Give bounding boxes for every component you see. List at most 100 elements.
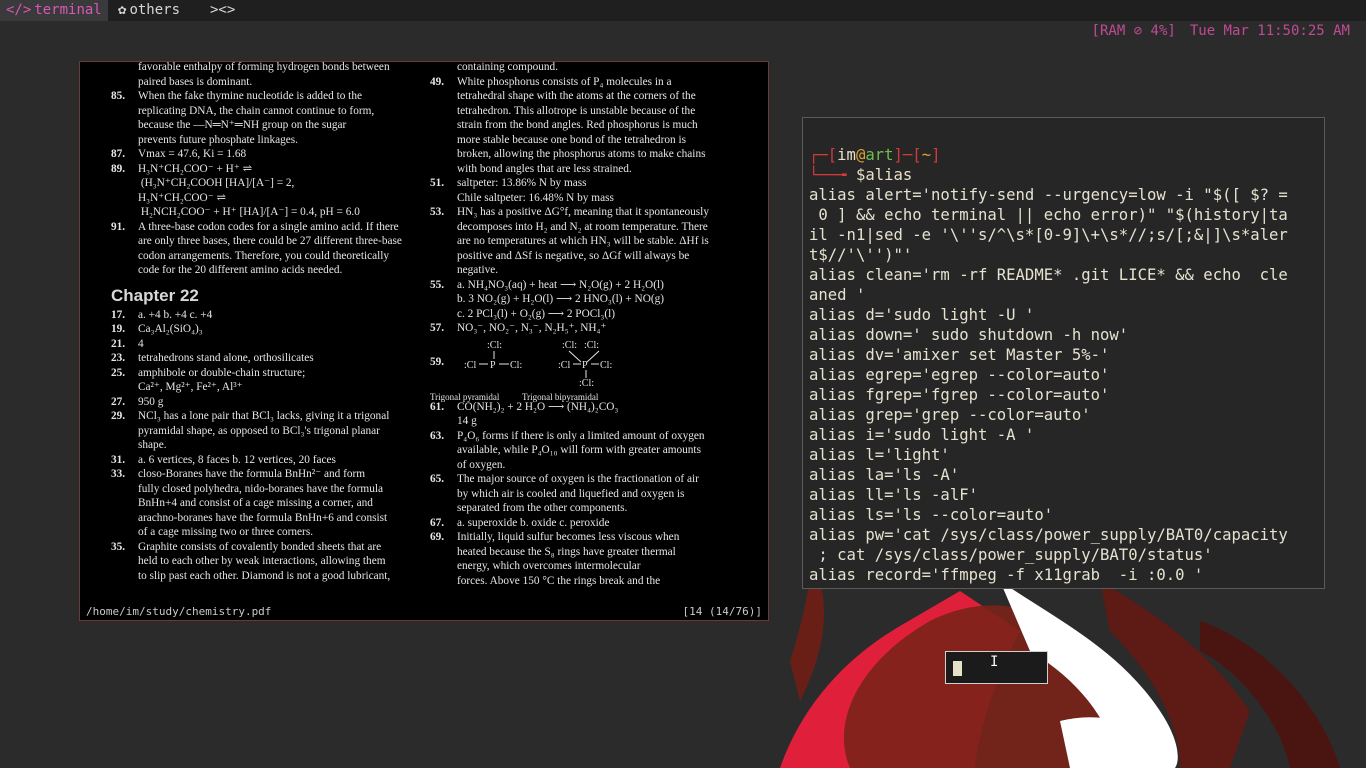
item-number: 53.	[430, 206, 445, 218]
lewis-structure-diagram: :Cl: :Cl P Cl: :Cl::Cl: :Cl P Cl: :Cl:	[464, 340, 612, 388]
item-text: of oxygen.	[457, 458, 506, 471]
svg-text:P: P	[582, 360, 588, 371]
item-text: energy, which overcomes intermolecular	[457, 560, 641, 572]
flower-icon: ✿	[118, 2, 127, 18]
item-text: When the fake thymine nucleotide is adde…	[138, 90, 362, 102]
svg-text::Cl:: :Cl:	[579, 378, 594, 388]
item-number: 63.	[430, 429, 445, 442]
item-text: NCl₃ has a lone pair that BCl₃ lacks, gi…	[138, 410, 390, 422]
pdf-text-line: 87. Vmax = 47.6, Ki = 1.68	[111, 147, 411, 162]
pdf-text-line: are only three bases, there could be 27 …	[111, 234, 411, 249]
pdf-text-line: containing compound.	[430, 61, 730, 75]
pdf-text-line: negative.	[430, 263, 730, 278]
item-text: a. NH₄NO₃(aq) + heat ⟶ N₂O(g) + 2 H₂O(l)	[457, 278, 664, 291]
item-text: b. 3 NO₂(g) + H₂O(l) ⟶ 2 HNO₃(l) + NO(g)	[457, 293, 665, 305]
terminal-line: alias la='ls -A'	[809, 466, 960, 484]
pdf-text-line: of oxygen.	[430, 458, 730, 473]
item-number: 69.	[430, 531, 445, 543]
item-number: 49.	[430, 75, 445, 88]
item-number: 89.	[111, 162, 126, 175]
item-text: c. 2 PCl₃(l) + O₂(g) ⟶ 2 POCl₃(l)	[457, 307, 616, 320]
workspace-others[interactable]: ✿ others	[112, 0, 186, 21]
workspace-fish[interactable]: ><>	[204, 0, 241, 21]
pdf-text-line: 49. White phosphorus consists of P₄ molec…	[430, 75, 730, 90]
item-number: 19.	[111, 323, 126, 335]
pdf-text-line: held to each other by weak interactions,…	[111, 554, 411, 569]
item-text: tetrahedron. This allotrope is unstable …	[457, 104, 696, 117]
item-text: of a cage missing two or three corners.	[138, 526, 314, 538]
item-text: fully closed polyhedra, nido-boranes hav…	[138, 482, 384, 495]
item-text: separated from the other components.	[457, 502, 628, 514]
pdf-text-line: decomposes into H₂ and N₂ at room temper…	[430, 220, 730, 235]
pdf-viewer-window[interactable]: favorable enthalpy of forming hydrogen b…	[79, 61, 769, 621]
terminal-line: alias record='ffmpeg -f x11grab -i :0.0 …	[809, 566, 1204, 584]
pdf-text-line: because the —N═N⁺═NH group on the sugar	[111, 118, 411, 133]
pdf-text-line: 67. a. superoxide b. oxide c. peroxide	[430, 516, 730, 531]
workspace-label: others	[129, 2, 181, 18]
pdf-text-line: prevents future phosphate linkages.	[111, 133, 411, 148]
item-text: heated because the S₈ rings have greater…	[457, 545, 676, 558]
pdf-text-line: with bond angles that are less strained.	[430, 162, 730, 177]
page-indicator: [14 (14/76)]	[682, 605, 762, 618]
item-number: 87.	[111, 148, 126, 160]
pdf-text-line: 23. tetrahedrons stand alone, orthosilica…	[111, 351, 411, 366]
pdf-text-line: 89. H₃N⁺CH₂COO⁻ + H⁺ ⇌	[111, 162, 411, 177]
item-text: a. +4 b. +4 c. +4	[138, 308, 213, 321]
item-text: strain from the bond angles. Red phospho…	[457, 119, 698, 131]
terminal-window[interactable]: ┌─[im@art]─[~] └──╼ $alias alias alert='…	[802, 117, 1325, 589]
pdf-text-line: arachno-boranes have the formula BnHn+6 …	[111, 511, 411, 526]
item-text: NO₃⁻, NO₂⁻, N₃⁻, N₂H₅⁺, NH₄⁺	[457, 322, 607, 334]
pdf-text-line: codon arrangements. Therefore, you could…	[111, 249, 411, 264]
terminal-line: alias i='sudo light -A '	[809, 426, 1035, 444]
terminal-line: 0 ] && echo terminal || echo error)" "$(…	[809, 206, 1288, 224]
item-text: 950 g	[138, 395, 164, 408]
item-text: A three-base codon codes for a single am…	[138, 220, 399, 233]
pdf-text-line: more stable because one bond of the tetr…	[430, 133, 730, 148]
pdf-text-line: 27. 950 g	[111, 395, 411, 410]
pdf-text-line: separated from the other components.	[430, 501, 730, 516]
pdf-text-line: 31. a. 6 vertices, 8 faces b. 12 vertices…	[111, 453, 411, 468]
terminal-line: alias clean='rm -rf README* .git LICE* &…	[809, 266, 1288, 284]
item-text: containing compound.	[457, 61, 559, 73]
pdf-status-bar: /home/im/study/chemistry.pdf [14 (14/76)…	[80, 604, 768, 620]
pdf-text-line: tetrahedral shape with the atoms at the …	[430, 89, 730, 104]
pdf-text-line: c. 2 PCl₃(l) + O₂(g) ⟶ 2 POCl₃(l)	[430, 307, 730, 322]
pdf-text-line: tetrahedron. This allotrope is unstable …	[430, 104, 730, 119]
pdf-text-line: 17. a. +4 b. +4 c. +4	[111, 308, 411, 323]
item-text: 4	[138, 337, 144, 350]
pdf-text-line: 85. When the fake thymine nucleotide is a…	[111, 89, 411, 104]
item-text: tetrahedrons stand alone, orthosilicates	[138, 352, 314, 364]
prompt-line: ┌─[im@art]─[~]	[809, 146, 941, 164]
item-text: Ca₃Al₂(SiO₄)₃	[138, 323, 203, 335]
item-number: 21.	[111, 337, 126, 350]
svg-text::Cl: :Cl	[558, 360, 570, 371]
pdf-text-line: 51. saltpeter: 13.86% N by mass	[430, 176, 730, 191]
item-number: 31.	[111, 453, 126, 466]
item-text: Ca²⁺, Mg²⁺, Fe²⁺, Al³⁺	[138, 381, 243, 393]
item-text: closo-Boranes have the formula BnHn²⁻ an…	[138, 468, 366, 480]
terminal-line: alias ls='ls --color=auto'	[809, 506, 1054, 524]
pdf-text-line: 63. P₄O₆ forms if there is only a limited…	[430, 429, 730, 444]
workspace-label: ><>	[210, 2, 236, 18]
item-text: available, while P₄O₁₀ will form with gr…	[457, 444, 701, 456]
item-text: by which air is cooled and liquefied and…	[457, 487, 685, 500]
terminal-line: alias grep='grep --color=auto'	[809, 406, 1091, 424]
item-text: are no temperatures at which HN₃ will be…	[457, 235, 709, 247]
item-number: 23.	[111, 352, 126, 364]
pdf-text-line: BnHn+4 and consist of a cage missing a c…	[111, 496, 411, 511]
svg-text::Cl:: :Cl:	[562, 340, 577, 351]
item-text: HN₃ has a positive ΔG°f, meaning that it…	[457, 206, 709, 218]
pdf-text-line: replicating DNA, the chain cannot contin…	[111, 104, 411, 119]
pdf-text-line: 29. NCl₃ has a lone pair that BCl₃ lacks,…	[111, 409, 411, 424]
pdf-left-column: favorable enthalpy of forming hydrogen b…	[111, 62, 411, 583]
workspace-terminal[interactable]: </> terminal	[0, 0, 108, 21]
text-input-box[interactable]: I	[945, 651, 1048, 684]
svg-text::Cl:: :Cl:	[584, 340, 599, 351]
item-number: 33.	[111, 468, 126, 480]
pdf-text-line: strain from the bond angles. Red phospho…	[430, 118, 730, 133]
pdf-text-line: energy, which overcomes intermolecular	[430, 559, 730, 574]
pdf-text-line: 57. NO₃⁻, NO₂⁻, N₃⁻, N₂H₅⁺, NH₄⁺	[430, 321, 730, 336]
structure-label: Trigonal pyramidal	[430, 391, 500, 402]
pdf-text-line: Ca²⁺, Mg²⁺, Fe²⁺, Al³⁺	[111, 380, 411, 395]
terminal-line: il -n1|sed -e '\''s/^\s*[0-9]\+\s*//;s/[…	[809, 226, 1288, 244]
